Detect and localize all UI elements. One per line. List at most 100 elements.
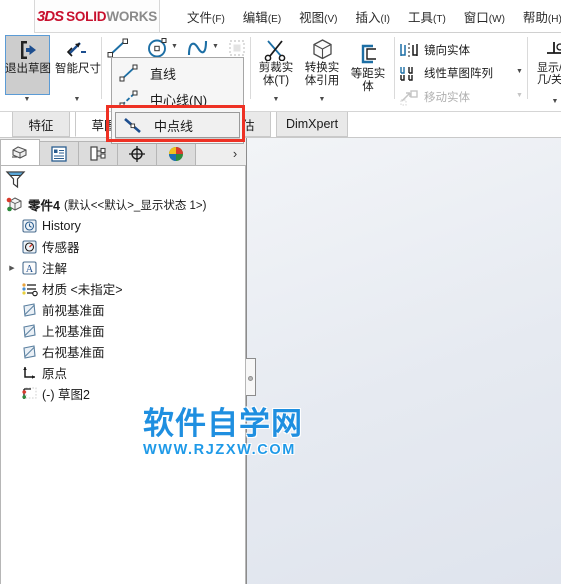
menu-insert-label: 插入	[355, 11, 381, 25]
flyout-item-line-label: 直线	[150, 66, 177, 82]
menu-item-insert[interactable]: 插入(I)	[347, 4, 399, 29]
tree-row-top-plane[interactable]: 上视基准面	[1, 320, 245, 341]
graphics-viewport[interactable]	[246, 138, 561, 584]
menu-tools-label: 工具	[407, 11, 433, 25]
menu-insert-key: (I)	[380, 14, 390, 25]
tree-item-label: 上视基准面	[42, 325, 105, 339]
spline-tool-button[interactable]	[185, 37, 211, 59]
flyout-item-midpoint-line-label: 中点线	[154, 118, 194, 134]
flyout-item-line[interactable]: 直线	[112, 60, 243, 86]
menu-file-key: (F)	[212, 14, 225, 25]
smart-dimension-button[interactable]: 智能尺寸	[54, 36, 102, 76]
feature-tree-body: 零件4 (默认<<默认>_显示状态 1>) History 传感器 ▶ A 注解…	[0, 165, 246, 584]
tree-row-origin[interactable]: 原点	[1, 362, 245, 383]
linear-pattern-icon	[400, 67, 413, 81]
tab-feature-manager[interactable]	[0, 139, 40, 166]
tree-row-sensors[interactable]: 传感器	[1, 236, 245, 257]
menu-item-file[interactable]: 文件(F)	[178, 4, 234, 29]
display-manager-icon	[169, 147, 183, 161]
chevron-down-icon: ▼	[131, 43, 138, 50]
configuration-manager-icon	[90, 146, 106, 161]
tree-row-annotations[interactable]: ▶ A 注解	[1, 257, 245, 278]
spline-icon	[187, 40, 208, 56]
tree-item-label: History	[42, 218, 81, 233]
tree-item-label: (-) 草图2	[42, 388, 90, 402]
tab-dimxpert-label: DimXpert	[285, 117, 339, 131]
centerline-icon	[116, 89, 142, 109]
origin-icon	[19, 365, 39, 381]
exit-sketch-dropdown[interactable]: ▼	[4, 95, 50, 103]
circle-tool-dropdown[interactable]: ▼	[171, 43, 178, 50]
flyout-resize-grip[interactable]	[115, 138, 240, 141]
convert-entities-label: 转换实体引用	[304, 62, 340, 87]
history-icon	[19, 218, 39, 234]
tree-row-right-plane[interactable]: 右视基准面	[1, 341, 245, 362]
chevron-down-icon: ▼	[171, 43, 178, 50]
tree-row-history[interactable]: History	[1, 215, 245, 236]
tree-row-front-plane[interactable]: 前视基准面	[1, 299, 245, 320]
tab-display-manager[interactable]	[156, 141, 196, 166]
tab-property-manager[interactable]	[39, 141, 79, 166]
menu-item-tools[interactable]: 工具(T)	[399, 4, 455, 29]
linear-pattern-dropdown[interactable]: ▼	[516, 68, 523, 75]
menu-item-window[interactable]: 窗口(W)	[455, 4, 514, 29]
circle-tool-button[interactable]	[145, 37, 169, 59]
menu-bar: 文件(F) 编辑(E) 视图(V) 插入(I) 工具(T) 窗口(W) 帮助(H…	[178, 0, 561, 33]
tree-row-part-root[interactable]: 零件4 (默认<<默认>_显示状态 1>)	[1, 194, 245, 215]
filter-icon[interactable]	[5, 169, 27, 189]
line-icon	[116, 63, 142, 83]
spline-tool-dropdown[interactable]: ▼	[212, 43, 219, 50]
annotations-icon: A	[19, 260, 39, 276]
move-entities-button[interactable]: 移动实体	[399, 88, 470, 106]
part-icon	[5, 196, 25, 213]
mirror-entities-label: 镜向实体	[424, 45, 470, 57]
display-delete-relations-button[interactable]: 显示/除几/关系	[532, 35, 561, 86]
menu-item-edit[interactable]: 编辑(E)	[234, 4, 290, 29]
move-entities-dropdown[interactable]: ▼	[516, 92, 523, 99]
menu-item-help[interactable]: 帮助(H)	[514, 4, 561, 29]
menu-view-label: 视图	[299, 11, 325, 25]
svg-text:A: A	[25, 264, 33, 275]
dimxpert-manager-icon	[129, 146, 145, 162]
offset-entities-button[interactable]: 等距实体	[346, 41, 390, 94]
convert-entities-button[interactable]: 转换实体引用	[300, 35, 344, 88]
property-manager-icon	[51, 146, 67, 162]
chevron-right-icon[interactable]: ▶	[5, 264, 19, 272]
trim-entities-dropdown[interactable]: ▼	[254, 95, 298, 103]
exit-sketch-button[interactable]: 退出草图	[4, 36, 52, 76]
offset-entities-label: 等距实体	[350, 68, 386, 93]
tree-row-material[interactable]: 材质 <未指定>	[1, 278, 245, 299]
flyout-item-centerline[interactable]: 中心线(N)	[112, 86, 243, 112]
tree-item-label: 原点	[42, 367, 68, 381]
line-tool-dropdown[interactable]: ▼	[131, 43, 138, 50]
panel-splitter-handle[interactable]	[246, 358, 256, 396]
smart-dimension-dropdown[interactable]: ▼	[54, 95, 100, 103]
line-tool-button[interactable]	[106, 37, 130, 59]
title-bar: 3DS SOLIDWORKS 文件(F) 编辑(E) 视图(V) 插入(I) 工具…	[0, 0, 561, 33]
ribbon-separator-1	[101, 37, 102, 99]
feature-manager-panel: › 零件4 (默认<<默认>_显示状态 1>) History 传感器 ▶ A …	[0, 138, 246, 584]
tree-row-sketch2[interactable]: (-) 草图2	[1, 383, 245, 404]
convert-entities-dropdown[interactable]: ▼	[300, 95, 344, 103]
trim-entities-button[interactable]: 剪裁实体(T)	[254, 35, 298, 88]
tab-features[interactable]: 特征	[12, 112, 70, 137]
sketch-pattern-tool-button[interactable]	[226, 37, 248, 59]
linear-sketch-pattern-button[interactable]: 线性草图阵列	[399, 64, 493, 82]
menu-item-view[interactable]: 视图(V)	[290, 4, 346, 29]
display-delete-relations-icon	[543, 35, 561, 61]
chevron-down-icon: ▼	[212, 43, 219, 50]
chevron-down-icon: ▼	[23, 96, 31, 103]
flyout-item-midpoint-line[interactable]: 中点线	[115, 112, 240, 138]
logo-works-text: WORKS	[106, 8, 158, 24]
tab-dimxpert-manager[interactable]	[117, 141, 157, 166]
tab-dimxpert[interactable]: DimXpert	[276, 112, 348, 137]
tree-root-config: (默认<<默认>_显示状态 1>)	[63, 199, 207, 212]
tab-configuration-manager[interactable]	[78, 141, 118, 166]
display-delete-relations-dropdown[interactable]: ▼	[532, 97, 561, 105]
panel-tabs-more-button[interactable]: ›	[224, 141, 246, 166]
mirror-entities-button[interactable]: 镜向实体	[399, 41, 470, 59]
feature-tree: 零件4 (默认<<默认>_显示状态 1>) History 传感器 ▶ A 注解…	[1, 192, 245, 404]
ribbon-separator-3	[394, 37, 395, 99]
plane-icon	[19, 302, 39, 318]
ribbon-toolbar: 退出草图 ▼ 智能尺寸 ▼ ▼ ▼ ▼ 剪裁实体(T) ▼ 转换实体引用 ▼ 等…	[0, 33, 561, 112]
